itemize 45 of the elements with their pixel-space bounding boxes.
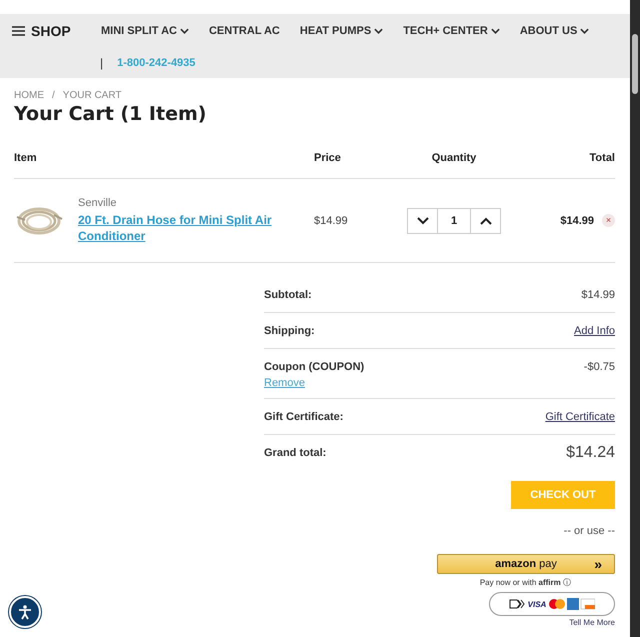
product-price: $14.99 [314, 214, 349, 226]
summary-label: Gift Certificate: [264, 411, 344, 423]
accessibility-icon [17, 604, 33, 620]
grand-total-value: $14.24 [566, 444, 615, 462]
or-use-text: -- or use -- [564, 525, 615, 537]
summary-label: Coupon (COUPON) [264, 361, 364, 373]
amazon-pay-button[interactable]: amazon pay » [437, 554, 615, 574]
shop-menu-button[interactable]: SHOP [12, 23, 101, 39]
summary-label: Grand total: [264, 447, 326, 459]
summary-value: -$0.75 [584, 361, 615, 373]
affirm-text: Pay now or with affirm ⓘ [480, 577, 571, 588]
chevron-down-icon [416, 216, 428, 224]
summary-link[interactable]: Gift Certificate [545, 411, 615, 423]
summary-label: Shipping: [264, 325, 315, 337]
column-header: Quantity [432, 152, 476, 164]
nav-item[interactable]: HEAT PUMPS [300, 25, 384, 37]
remove-item-button[interactable]: × [602, 214, 615, 227]
contactless-icon [508, 599, 525, 609]
nav-item[interactable]: ABOUT US [520, 25, 590, 37]
line-total: $14.99 [560, 214, 594, 226]
summary-link[interactable]: Add Info [574, 325, 615, 337]
chevron-up-icon [480, 216, 492, 224]
summary-label: Subtotal: [264, 289, 312, 301]
nav-item[interactable]: CENTRAL AC [208, 25, 280, 37]
decrease-button[interactable] [407, 208, 438, 234]
breadcrumb-separator: / [52, 90, 55, 101]
card-logos-icon [549, 598, 596, 610]
nav-item[interactable]: TECH+ CENTER [403, 25, 500, 37]
summary-value: $14.99 [581, 289, 615, 301]
column-header: Item [14, 152, 37, 164]
increase-button[interactable] [470, 208, 501, 234]
column-header: Price [314, 152, 341, 164]
breadcrumb-link[interactable]: YOUR CART [62, 90, 122, 101]
page-title: Your Cart (1 Item) [14, 103, 208, 125]
separator: | [100, 56, 104, 70]
payment-cards-button[interactable]: VISA [489, 592, 615, 616]
tell-me-more-link[interactable]: Tell Me More [569, 618, 615, 627]
quantity-field[interactable]: 1 [438, 208, 470, 234]
nav-item[interactable]: MINI SPLIT AC [101, 25, 189, 37]
column-header: Total [590, 152, 615, 164]
menu-icon [12, 26, 25, 36]
product-brand: Senville [78, 197, 118, 209]
scrollbar[interactable] [630, 0, 640, 637]
accessibility-button[interactable] [9, 596, 41, 628]
breadcrumb-link[interactable]: HOME [14, 90, 44, 101]
